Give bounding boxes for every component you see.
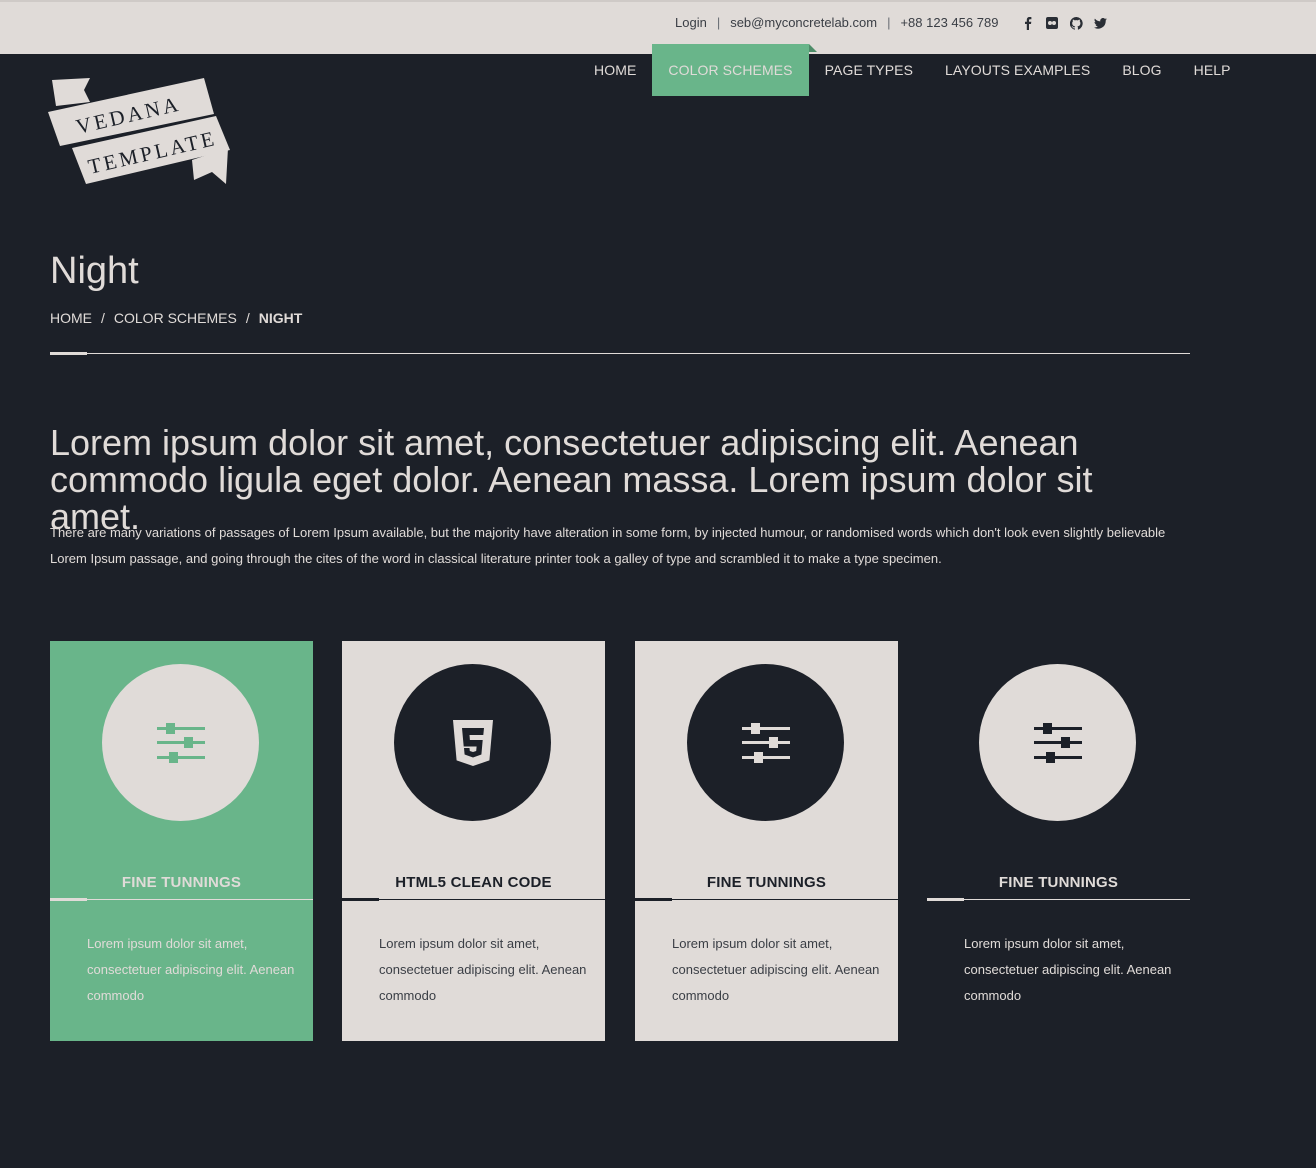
card-text: Lorem ipsum dolor sit amet, consectetuer… xyxy=(964,936,1172,1003)
sliders-icon xyxy=(741,722,790,763)
icon-circle xyxy=(102,664,259,821)
lead-heading: Lorem ipsum dolor sit amet, consectetuer… xyxy=(50,422,1093,537)
feature-card: FINE TUNNINGS Lorem ipsum dolor sit amet… xyxy=(50,641,313,1041)
sliders-icon xyxy=(156,722,205,763)
nav-item-color-schemes[interactable]: COLOR SCHEMES xyxy=(652,44,817,96)
sliders-icon xyxy=(1033,722,1082,763)
flickr-icon[interactable] xyxy=(1045,16,1059,30)
nav-item-home[interactable]: HOME xyxy=(578,44,652,96)
main-nav: HOME COLOR SCHEMES PAGE TYPES LAYOUTS EX… xyxy=(578,44,1247,96)
breadcrumb-current: NIGHT xyxy=(258,310,303,326)
card-title: FINE TUNNINGS xyxy=(998,874,1119,891)
breadcrumb-separator: / xyxy=(101,310,105,326)
feature-card: HTML5 CLEAN CODE Lorem ipsum dolor sit a… xyxy=(342,641,605,1041)
card-divider xyxy=(50,898,313,901)
github-icon[interactable] xyxy=(1069,16,1083,30)
email-link[interactable]: seb@myconcretelab.com xyxy=(730,15,877,30)
icon-circle xyxy=(394,664,551,821)
card-title: FINE TUNNINGS xyxy=(121,874,242,891)
nav-item-page-types[interactable]: PAGE TYPES xyxy=(809,44,929,96)
card-divider xyxy=(635,898,898,901)
card-text: Lorem ipsum dolor sit amet, consectetuer… xyxy=(87,936,295,1003)
site-logo[interactable]: VEDANA TEMPLATE xyxy=(48,76,234,188)
separator: | xyxy=(716,15,721,30)
feature-card: FINE TUNNINGS Lorem ipsum dolor sit amet… xyxy=(927,641,1190,1041)
card-divider xyxy=(927,898,1190,901)
card-title: FINE TUNNINGS xyxy=(706,874,827,891)
separator: | xyxy=(887,15,891,30)
nav-item-layouts-examples[interactable]: LAYOUTS EXAMPLES xyxy=(929,44,1106,96)
feature-card: FINE TUNNINGS Lorem ipsum dolor sit amet… xyxy=(635,641,898,1041)
social-links xyxy=(1021,16,1107,30)
card-text: Lorem ipsum dolor sit amet, consectetuer… xyxy=(672,936,880,1003)
top-bar-meta: Login | seb@myconcretelab.com | +88 123 … xyxy=(675,15,998,30)
facebook-icon[interactable] xyxy=(1021,16,1035,30)
icon-circle xyxy=(979,664,1136,821)
nav-item-blog[interactable]: BLOG xyxy=(1106,44,1177,96)
body-paragraph: There are many variations of passages of… xyxy=(50,525,1166,566)
html5-icon xyxy=(452,719,493,766)
card-title: HTML5 CLEAN CODE xyxy=(395,874,552,891)
breadcrumb-separator: / xyxy=(245,310,250,326)
divider-accent xyxy=(50,352,87,355)
page-title: Night xyxy=(50,250,139,292)
twitter-icon[interactable] xyxy=(1093,16,1107,30)
card-divider xyxy=(342,898,605,901)
breadcrumb-home[interactable]: HOME xyxy=(50,310,92,326)
header-divider xyxy=(50,352,1190,355)
nav-item-help[interactable]: HELP xyxy=(1178,44,1247,96)
card-text: Lorem ipsum dolor sit amet, consectetuer… xyxy=(379,936,587,1003)
icon-circle xyxy=(687,664,844,821)
phone-number: +88 123 456 789 xyxy=(900,15,999,30)
breadcrumb-color-schemes[interactable]: COLOR SCHEMES xyxy=(114,310,237,326)
login-link[interactable]: Login xyxy=(675,15,707,30)
breadcrumb: HOME / COLOR SCHEMES / NIGHT xyxy=(50,310,302,326)
